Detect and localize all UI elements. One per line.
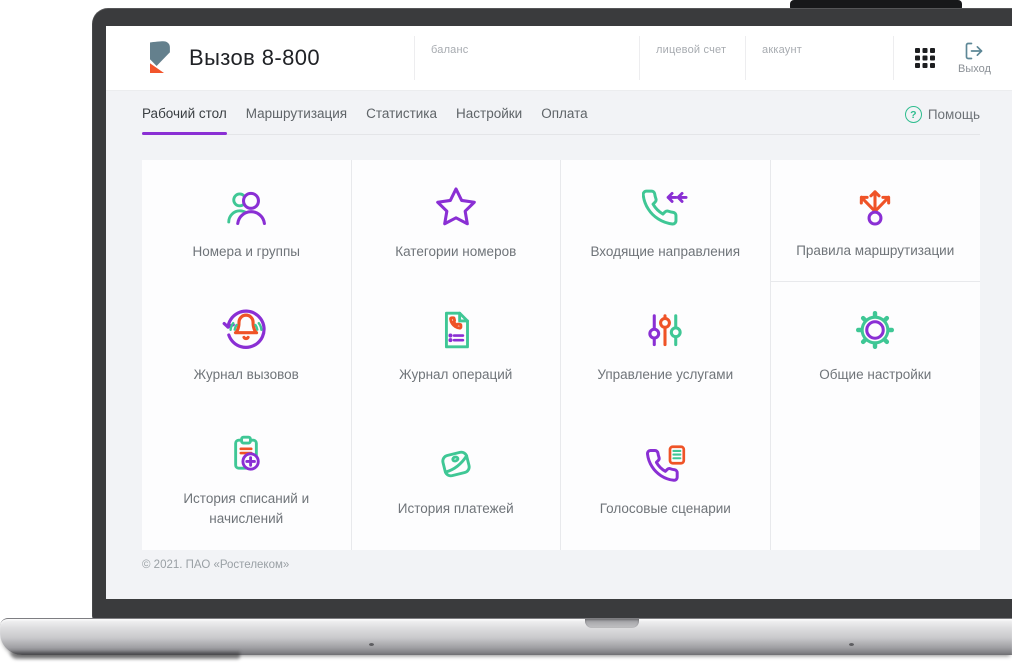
laptop-base [0,618,1012,659]
tile-label: Правила маршрутизации [796,243,955,259]
laptop-screen: Вызов 8-800 баланс лицевой счет аккаунт [106,26,1012,599]
account-label: аккаунт [762,44,802,56]
laptop-latch-notch [585,619,639,628]
help-link[interactable]: ? Помощь [904,106,980,123]
brand-logo-icon [142,39,176,77]
balance-label: баланс [431,44,469,56]
app-header: Вызов 8-800 баланс лицевой счет аккаунт [106,26,1012,91]
empty-grid-cell [770,407,980,550]
tab-routing[interactable]: Маршрутизация [246,106,347,134]
account-field: аккаунт [745,36,893,80]
tab-statistics[interactable]: Статистика [366,106,437,134]
tile-general-settings[interactable]: Общие настройки [770,282,980,407]
users-icon [223,181,269,233]
call-history-icon [222,304,270,356]
tile-label: Категории номеров [395,243,517,259]
dashboard-grid: Номера и группы Категории номеров Входящ… [142,160,980,550]
brand: Вызов 8-800 [142,26,414,90]
base-screw [369,643,374,646]
tile-number-categories[interactable]: Категории номеров [351,160,561,282]
tile-label: Номера и группы [192,243,300,259]
apps-grid-button[interactable] [914,47,936,69]
voice-script-icon [642,438,688,490]
tile-call-log[interactable]: Журнал вызовов [142,282,352,407]
tab-settings[interactable]: Настройки [456,106,522,134]
tile-incoming-directions[interactable]: Входящие направления [561,160,771,282]
logout-icon [964,41,984,61]
base-shadow [10,652,240,659]
tile-routing-rules[interactable]: Правила маршрутизации [770,160,980,282]
tile-operations-log[interactable]: Журнал операций [351,282,561,407]
help-label: Помощь [927,107,980,122]
tile-label: Общие настройки [819,367,932,383]
personal-account-label: лицевой счет [656,44,727,56]
base-screw [849,643,854,646]
tile-label: Журнал вызовов [193,367,299,383]
app-title: Вызов 8-800 [189,45,321,70]
tile-charges-history[interactable]: История списаний и начислений [142,407,352,550]
apps-grid-icon [914,47,936,69]
personal-account-field: лицевой счет [639,36,745,80]
screenshot-stage: Вызов 8-800 баланс лицевой счет аккаунт [0,0,1012,667]
tile-label: Голосовые сценарии [599,501,731,517]
tile-voice-scenarios[interactable]: Голосовые сценарии [561,407,771,550]
copyright-text: © 2021. ПАО «Ростелеком» [142,559,290,571]
incoming-call-icon [642,181,688,233]
tile-label: История платежей [397,501,514,517]
tile-label: Управление услугами [597,367,734,383]
tile-label: Входящие направления [590,243,741,259]
logout-label: Выход [958,63,991,75]
gear-icon [852,304,898,356]
tile-service-management[interactable]: Управление услугами [561,282,771,407]
nav-tabs-row: Рабочий стол Маршрутизация Статистика На… [142,91,980,135]
main-area: Рабочий стол Маршрутизация Статистика На… [106,91,1012,599]
logout-button[interactable]: Выход [958,41,991,75]
sliders-icon [642,304,688,356]
clipboard-plus-icon [223,428,269,480]
header-actions: Выход [893,36,991,80]
tab-payment[interactable]: Оплата [541,106,587,134]
tile-numbers-and-groups[interactable]: Номера и группы [142,160,352,282]
tab-dashboard[interactable]: Рабочий стол [142,106,227,135]
tile-label: Журнал операций [399,367,513,383]
tile-label: История списаний и начислений [183,491,310,526]
operations-document-icon [433,304,479,356]
route-branch-icon [852,180,898,232]
balance-field: баланс [414,36,639,80]
star-icon [433,181,479,233]
laptop-bezel: Вызов 8-800 баланс лицевой счет аккаунт [92,8,1012,620]
help-question-icon: ? [904,106,922,123]
tile-payment-history[interactable]: История платежей [351,407,561,550]
nav-tabs: Рабочий стол Маршрутизация Статистика На… [142,106,980,135]
wallet-icon [433,438,479,490]
